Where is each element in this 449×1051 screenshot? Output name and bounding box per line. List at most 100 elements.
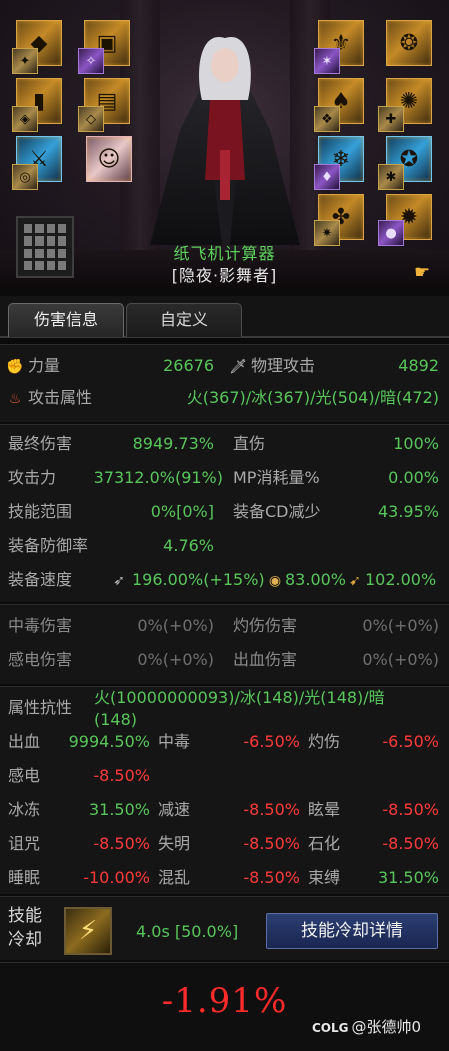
move-speed-icon: ➹ <box>349 572 361 589</box>
direct-damage-value: 100% <box>393 434 439 453</box>
resist-label: 感电 <box>8 766 41 785</box>
final-damage-value: 8949.73% <box>132 434 214 453</box>
direct-damage-label: 直伤 <box>233 434 266 453</box>
resist-value: -8.50% <box>382 800 439 819</box>
element-attack-icon: ♨ <box>8 390 22 407</box>
element-resist-value-1: 火(10000000093)/冰(148)/光(148)/暗 <box>94 688 385 707</box>
move-speed-value: 102.00% <box>365 570 437 589</box>
pet-icon[interactable]: ✧ <box>78 48 104 74</box>
skill-lightning-icon: ⚡ <box>64 907 112 955</box>
poison-damage-label: 中毒伤害 <box>8 616 73 635</box>
burn-damage-value: 0%(+0%) <box>362 616 439 635</box>
resist-value: -8.50% <box>243 800 300 819</box>
creature-icon[interactable]: ◇ <box>78 106 104 132</box>
resist-value: -8.50% <box>93 766 150 785</box>
resist-value: 9994.50% <box>68 732 150 751</box>
resist-value: 31.50% <box>88 800 150 819</box>
sword-icon: 🗡 <box>229 358 247 375</box>
cd-reduce-value: 43.95% <box>377 502 439 521</box>
equip-speed-label: 装备速度 <box>8 570 73 589</box>
resist-value: -8.50% <box>243 834 300 853</box>
tab-custom[interactable]: 自定义 <box>126 303 242 337</box>
resist-value: -6.50% <box>243 732 300 751</box>
element-label: 攻击属性 <box>28 388 93 407</box>
equip-def-label: 装备防御率 <box>8 536 89 555</box>
resistance-section: 属性抗性 火(10000000093)/冰(148)/光(148)/暗 (148… <box>0 686 449 894</box>
skill-range-value: 0%[0%] <box>150 502 214 521</box>
attack-label: 攻击力 <box>8 468 57 487</box>
resist-label: 石化 <box>308 834 341 853</box>
resist-value: -8.50% <box>93 834 150 853</box>
emblem-icon[interactable]: ◈ <box>12 106 38 132</box>
element-resist-row: 属性抗性 火(10000000093)/冰(148)/光(148)/暗 (148… <box>0 688 449 729</box>
pointing-hand-icon[interactable]: ☛ <box>414 262 430 283</box>
resist-label: 眩晕 <box>308 800 341 819</box>
artifact-icon[interactable]: ◎ <box>12 164 38 190</box>
tab-bar: 伤害信息 自定义 <box>0 296 449 338</box>
credit-text: @张德帅0 <box>351 1018 422 1036</box>
bleed-damage-label: 出血伤害 <box>233 650 298 669</box>
final-damage-row: 最终伤害 8949.73% 直伤 100% <box>0 431 449 457</box>
character-panel: ◆ ▣ ✦ ✧ ▮ ▤ ◈ ◇ ⚔ ☺ ◎ ⚜ ❂ ✶ ♠ ✺ ❖ ✚ ❄ ✪ … <box>0 0 449 290</box>
colg-logo: COLG <box>312 1021 349 1035</box>
resist-label: 混乱 <box>158 868 191 887</box>
earring-mini-icon[interactable]: ❖ <box>314 106 340 132</box>
attack-value: 37312.0%(91%) <box>93 468 223 487</box>
magic-stone-icon[interactable]: ✶ <box>314 48 340 74</box>
mp-cost-value: 0.00% <box>388 468 439 487</box>
equip-def-value: 4.76% <box>163 536 214 555</box>
resist-value: -6.50% <box>382 732 439 751</box>
resist-label: 灼伤 <box>308 732 341 751</box>
strength-icon: ✊ <box>6 358 24 375</box>
resist-value: -8.50% <box>382 834 439 853</box>
strength-row: ✊ 力量 26676 🗡 物理攻击 4892 <box>0 353 449 379</box>
skill-cd-detail-button[interactable]: 技能冷却详情 <box>266 913 438 949</box>
cast-speed-value: 83.00% <box>285 570 347 589</box>
speed-row: 装备速度 ➶ 196.00%(+15%) ◉ 83.00% ➹ 102.00% <box>0 567 449 593</box>
mp-cost-label: MP消耗量% <box>233 468 320 487</box>
bleed-damage-value: 0%(+0%) <box>362 650 439 669</box>
damage-stats-section: 最终伤害 8949.73% 直伤 100% 攻击力 37312.0%(91%) … <box>0 424 449 602</box>
shock-damage-label: 感电伤害 <box>8 650 73 669</box>
defense-row: 装备防御率 4.76% <box>0 533 449 559</box>
shock-damage-value: 0%(+0%) <box>137 650 214 669</box>
resist-label: 减速 <box>158 800 191 819</box>
dot-damage-section: 中毒伤害 0%(+0%) 灼伤伤害 0%(+0%) 感电伤害 0%(+0%) 出… <box>0 604 449 684</box>
rune-icon[interactable]: ✱ <box>378 164 404 190</box>
basic-stats-section: ✊ 力量 26676 🗡 物理攻击 4892 ♨ 攻击属性 火(367)/冰(367)… <box>0 344 449 422</box>
character-name: 纸飞机计算器 <box>173 244 276 263</box>
strength-value: 26676 <box>163 356 214 375</box>
resist-value: -8.50% <box>243 868 300 887</box>
resist-label: 诅咒 <box>8 834 41 853</box>
tab-damage-info[interactable]: 伤害信息 <box>8 303 124 337</box>
strength-label: 力量 <box>28 356 61 375</box>
poison-burn-row: 中毒伤害 0%(+0%) 灼伤伤害 0%(+0%) <box>0 613 449 639</box>
cast-speed-icon: ◉ <box>268 572 282 589</box>
resist-row: 感电 -8.50% <box>0 763 449 789</box>
title-badge-icon[interactable]: ✦ <box>12 48 38 74</box>
character-figure <box>150 36 300 245</box>
resist-label: 冰冻 <box>8 800 41 819</box>
element-value: 火(367)/冰(367)/光(504)/暗(472) <box>186 388 439 407</box>
sub-equip-icon[interactable]: ✚ <box>378 106 404 132</box>
resist-row: 睡眠 -10.00% 混乱 -8.50% 束缚 31.50% <box>0 865 449 891</box>
gem-icon[interactable]: ♦ <box>314 164 340 190</box>
resist-value: 31.50% <box>377 868 439 887</box>
phys-atk-value: 4892 <box>398 356 439 375</box>
resist-label: 束缚 <box>308 868 341 887</box>
resist-label: 睡眠 <box>8 868 41 887</box>
resist-label: 中毒 <box>158 732 191 751</box>
range-row: 技能范围 0%[0%] 装备CD减少 43.95% <box>0 499 449 525</box>
element-resist-label: 属性抗性 <box>8 698 73 717</box>
final-damage-label: 最终伤害 <box>8 434 73 453</box>
resist-value: -10.00% <box>83 868 150 887</box>
necklace-icon[interactable]: ❂ <box>386 20 432 66</box>
avatar-icon[interactable]: ☺ <box>86 136 132 182</box>
attack-row: 攻击力 37312.0%(91%) MP消耗量% 0.00% <box>0 465 449 491</box>
skill-range-label: 技能范围 <box>8 502 73 521</box>
phys-atk-label: 物理攻击 <box>251 356 316 375</box>
resist-label: 出血 <box>8 732 41 751</box>
cd-reduce-label: 装备CD减少 <box>233 502 321 521</box>
poison-damage-value: 0%(+0%) <box>137 616 214 635</box>
attack-speed-icon: ➶ <box>113 572 125 589</box>
